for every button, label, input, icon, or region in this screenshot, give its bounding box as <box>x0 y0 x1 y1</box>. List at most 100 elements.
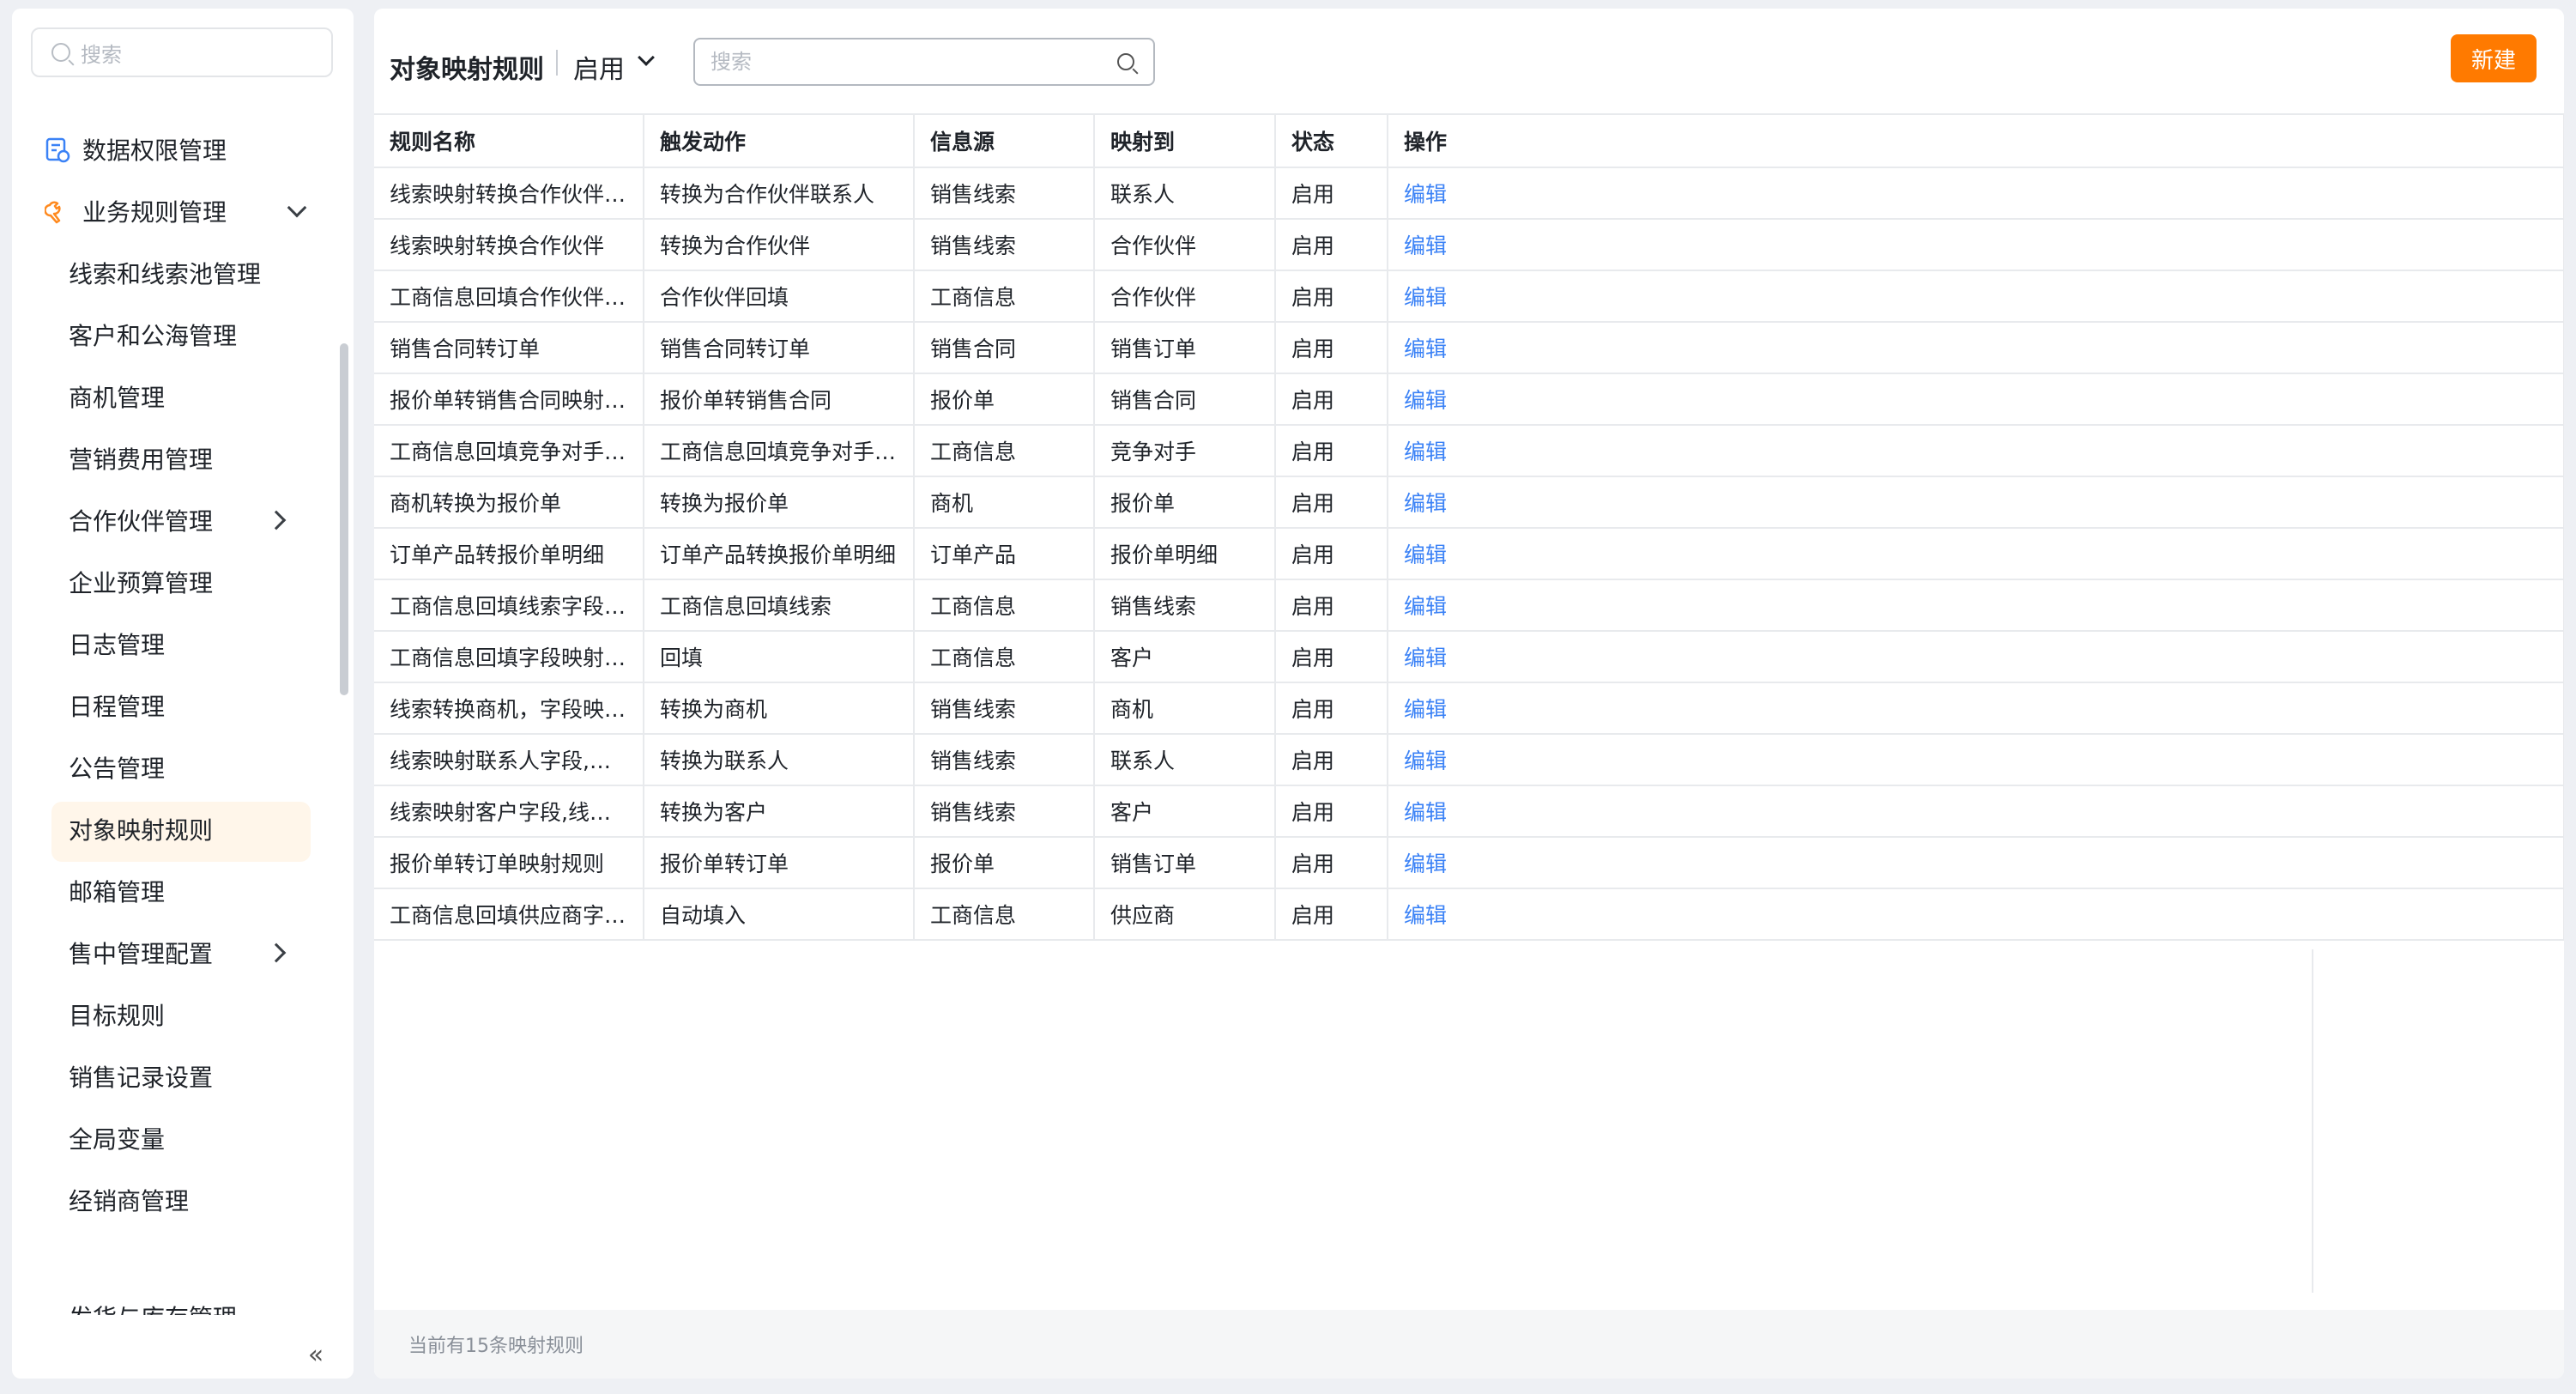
table-cell: 工商信息回填字段映射规则 <box>374 631 644 683</box>
table-header-row: 规则名称 触发动作 信息源 映射到 状态 操作 <box>374 113 2564 168</box>
sidebar-item-partial: 发货与库存管理 <box>69 1298 237 1315</box>
table-cell: 销售订单 <box>1094 837 1276 889</box>
title-divider <box>556 50 558 76</box>
sidebar-item-2[interactable]: 线索和线索池管理 <box>12 242 354 304</box>
table-footer: 当前有15条映射规则 <box>374 1310 2564 1379</box>
table-cell: 合作伙伴 <box>1094 270 1276 323</box>
sidebar-item-label: 日程管理 <box>69 693 166 721</box>
edit-link[interactable]: 编辑 <box>1388 167 2564 220</box>
table-body: 线索映射转换合作伙伴联系人 转换为合作伙伴联系人 销售线索 联系人 启用 编辑 线索映射转换… <box>374 167 2564 941</box>
table-cell: 启用 <box>1275 631 1388 683</box>
new-rule-button[interactable]: 新建 <box>2451 34 2537 82</box>
column-divider <box>2312 949 2313 1293</box>
edit-link[interactable]: 编辑 <box>1388 631 2564 683</box>
status-filter-dropdown[interactable]: 启用 <box>573 48 625 86</box>
sidebar-item-17[interactable]: 经销商管理 <box>12 1169 354 1231</box>
table-row: 报价单转销售合同映射规则 报价单转销售合同 报价单 销售合同 启用 编辑 <box>374 373 2564 426</box>
table-cell: 启用 <box>1275 219 1388 271</box>
sidebar-item-5[interactable]: 营销费用管理 <box>12 427 354 489</box>
edit-link[interactable]: 编辑 <box>1388 579 2564 632</box>
table-cell: 启用 <box>1275 270 1388 323</box>
edit-link[interactable]: 编辑 <box>1388 785 2564 838</box>
edit-link[interactable]: 编辑 <box>1388 888 2564 941</box>
table-row: 线索映射客户字段,线索转换时自动带入映射字段转换为客户销售线索客户启用编辑 <box>374 785 2564 838</box>
edit-link[interactable]: 编辑 <box>1388 373 2564 426</box>
column-header: 操作 <box>1388 113 2564 168</box>
data-permission-icon <box>43 135 72 164</box>
table-cell: 销售合同 <box>1094 373 1276 426</box>
wrench-icon <box>43 197 72 226</box>
sidebar-item-label: 业务规则管理 <box>82 198 227 227</box>
sidebar-item-7[interactable]: 企业预算管理 <box>12 551 354 613</box>
table-cell: 启用 <box>1275 579 1388 632</box>
sidebar-item-14[interactable]: 目标规则 <box>12 984 354 1046</box>
sidebar-item-10[interactable]: 公告管理 <box>12 736 354 798</box>
table-cell: 转换为合作伙伴联系人 <box>644 167 915 220</box>
table-cell: 销售线索 <box>914 734 1095 786</box>
sidebar: 搜索 数据权限管理业务规则管理线索和线索池管理客户和公海管理 商机管理 营销费用管理… <box>12 9 354 1379</box>
sidebar-search-input[interactable]: 搜索 <box>31 27 333 77</box>
sidebar-item-0[interactable]: 数据权限管理 <box>12 118 354 180</box>
sidebar-item-15[interactable]: 销售记录设置 <box>12 1046 354 1107</box>
sidebar-item-9[interactable]: 日程管理 <box>12 675 354 736</box>
edit-link[interactable]: 编辑 <box>1388 528 2564 580</box>
sidebar-item-6[interactable]: 合作伙伴管理 <box>12 489 354 551</box>
edit-link[interactable]: 编辑 <box>1388 837 2564 889</box>
table-cell: 报价单转订单映射规则 <box>374 837 644 889</box>
sidebar-item-12[interactable]: 邮箱管理 <box>12 860 354 922</box>
sidebar-item-label: 对象映射规则 <box>69 816 214 845</box>
table-cell: 报价单转订单 <box>644 837 915 889</box>
sidebar-item-label: 全局变量 <box>69 1125 166 1154</box>
table-cell: 启用 <box>1275 373 1388 426</box>
chevron-down-icon[interactable] <box>638 49 655 66</box>
edit-link[interactable]: 编辑 <box>1388 734 2564 786</box>
table-cell: 销售合同转订单 <box>644 322 915 374</box>
sidebar-item-label: 目标规则 <box>69 1002 166 1030</box>
table-cell: 线索映射联系人字段,线索转换时自动带入映射字段 <box>374 734 644 786</box>
page-title: 对象映射规则 <box>390 55 544 85</box>
rule-search-box[interactable] <box>693 38 1155 86</box>
edit-link[interactable]: 编辑 <box>1388 425 2564 477</box>
sidebar-item-label: 邮箱管理 <box>69 878 166 906</box>
table-cell: 工商信息 <box>914 631 1095 683</box>
table-row: 线索映射联系人字段,线索转换时自动带入映射字段转换为联系人销售线索联系人启用编辑 <box>374 734 2564 786</box>
sidebar-scrollbar[interactable] <box>340 343 348 695</box>
sidebar-item-8[interactable]: 日志管理 <box>12 613 354 675</box>
edit-link[interactable]: 编辑 <box>1388 682 2564 735</box>
table-cell: 商机 <box>914 476 1095 529</box>
sidebar-menu: 数据权限管理业务规则管理线索和线索池管理客户和公海管理 商机管理 营销费用管理 合作伙… <box>12 118 354 1231</box>
sidebar-search-placeholder: 搜索 <box>81 42 122 67</box>
table-cell: 工商信息回填线索 <box>644 579 915 632</box>
sidebar-item-13[interactable]: 售中管理配置 <box>12 922 354 984</box>
table-row: 订单产品转报价单明细 订单产品转换报价单明细 订单产品 报价单明细 启用 编辑 <box>374 528 2564 580</box>
table-cell: 订单产品 <box>914 528 1095 580</box>
table-cell: 工商信息回填线索字段映射规则 <box>374 579 644 632</box>
table-cell: 启用 <box>1275 785 1388 838</box>
edit-link[interactable]: 编辑 <box>1388 270 2564 323</box>
table-cell: 启用 <box>1275 476 1388 529</box>
table-cell: 报价单明细 <box>1094 528 1276 580</box>
mapping-rules-table: 规则名称 触发动作 信息源 映射到 状态 操作 线索映射转换合作伙伴联系人 转换为合作伙伴联… <box>374 113 2564 941</box>
table-cell: 启用 <box>1275 425 1388 477</box>
chevron-down-icon <box>287 197 307 218</box>
sidebar-item-16[interactable]: 全局变量 <box>12 1107 354 1169</box>
table-cell: 转换为报价单 <box>644 476 915 529</box>
table-row: 工商信息回填线索字段映射规则工商信息回填线索工商信息销售线索启用编辑 <box>374 579 2564 632</box>
sidebar-item-1[interactable]: 业务规则管理 <box>12 180 354 242</box>
search-icon[interactable] <box>1117 53 1134 70</box>
table-cell: 客户 <box>1094 631 1276 683</box>
sidebar-item-label: 线索和线索池管理 <box>69 260 262 288</box>
edit-link[interactable]: 编辑 <box>1388 322 2564 374</box>
sidebar-item-4[interactable]: 商机管理 <box>12 366 354 427</box>
collapse-sidebar-button[interactable]: « <box>299 1339 333 1370</box>
table-cell: 工商信息 <box>914 425 1095 477</box>
sidebar-item-3[interactable]: 客户和公海管理 <box>12 304 354 366</box>
rule-search-input[interactable] <box>711 50 1097 74</box>
table-cell: 工商信息 <box>914 888 1095 941</box>
table-cell: 销售订单 <box>1094 322 1276 374</box>
edit-link[interactable]: 编辑 <box>1388 476 2564 529</box>
table-cell: 报价单 <box>914 373 1095 426</box>
sidebar-item-11[interactable]: 对象映射规则 <box>12 798 354 862</box>
edit-link[interactable]: 编辑 <box>1388 219 2564 271</box>
sidebar-item-label: 销售记录设置 <box>69 1064 214 1092</box>
